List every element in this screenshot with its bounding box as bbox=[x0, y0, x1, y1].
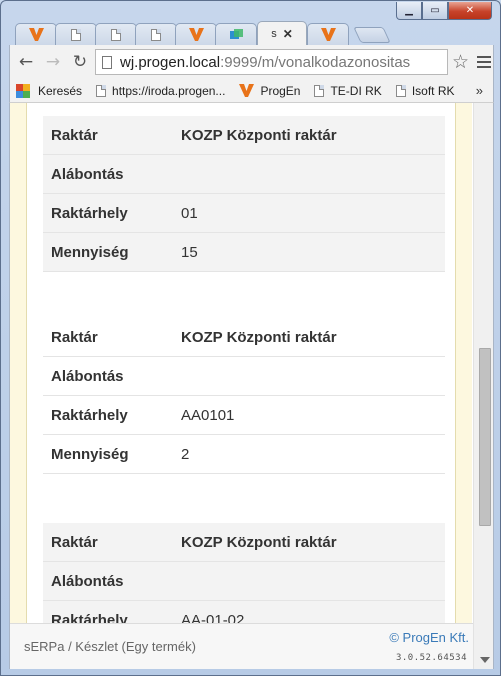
stock-card: Raktár KOZP Központi raktár Alábontás Ra… bbox=[43, 116, 445, 272]
bookmark-label: ProgEn bbox=[260, 83, 301, 98]
tab-progen-1[interactable] bbox=[15, 23, 57, 45]
maximize-button[interactable]: ▭ bbox=[422, 2, 448, 20]
progen-v-icon bbox=[28, 28, 44, 41]
row-location: Raktárhely 01 bbox=[43, 194, 445, 233]
field-value: 01 bbox=[181, 204, 198, 222]
field-value: 2 bbox=[181, 445, 190, 463]
field-value: AA0101 bbox=[181, 406, 235, 424]
row-warehouse: Raktár KOZP Központi raktár bbox=[43, 523, 445, 562]
page-icon bbox=[71, 28, 81, 41]
bookmark-kereses[interactable]: Keresés bbox=[16, 83, 83, 98]
page-icon bbox=[96, 84, 107, 97]
page-icon bbox=[395, 84, 406, 97]
page-icon bbox=[151, 28, 161, 41]
reload-button[interactable]: ↻ bbox=[69, 51, 91, 73]
minimize-button[interactable]: ▁ bbox=[396, 2, 422, 20]
menu-icon[interactable] bbox=[477, 56, 492, 68]
field-label: Raktár bbox=[51, 126, 98, 144]
row-warehouse: Raktár KOZP Központi raktár bbox=[43, 116, 445, 155]
field-label: Raktár bbox=[51, 533, 98, 551]
tab-progen-2[interactable] bbox=[175, 23, 217, 45]
stock-card: Raktár KOZP Központi raktár Alábontás Ra… bbox=[43, 318, 445, 474]
mosaic-icon bbox=[16, 83, 30, 98]
tab-page-1[interactable] bbox=[55, 23, 97, 45]
bookmark-iroda[interactable]: https://iroda.progen... bbox=[96, 84, 225, 98]
tab-page-2[interactable] bbox=[95, 23, 137, 45]
scrollbar-thumb[interactable] bbox=[479, 348, 491, 526]
field-label: Alábontás bbox=[51, 165, 124, 183]
vertical-scrollbar[interactable] bbox=[473, 103, 493, 669]
field-label: Alábontás bbox=[51, 572, 124, 590]
bookmark-label: Isoft RK bbox=[411, 83, 455, 98]
field-value: KOZP Központi raktár bbox=[181, 328, 337, 346]
bookmarks-bar: Keresés https://iroda.progen... ProgEn T… bbox=[9, 79, 494, 103]
tab-title: s bbox=[271, 27, 277, 40]
row-quantity: Mennyiség 15 bbox=[43, 233, 445, 272]
field-value: KOZP Központi raktár bbox=[181, 126, 337, 144]
bookmark-label: Keresés bbox=[38, 83, 83, 98]
breadcrumb: sERPa / Készlet (Egy termék) bbox=[24, 639, 196, 654]
scroll-down-icon[interactable] bbox=[480, 657, 490, 663]
progen-v-icon bbox=[320, 28, 336, 41]
tab-strip: s ✕ bbox=[15, 21, 455, 45]
tab-app[interactable] bbox=[215, 23, 257, 45]
bookmark-star-icon[interactable]: ☆ bbox=[452, 51, 469, 73]
bookmark-isoft-rk[interactable]: Isoft RK bbox=[395, 83, 455, 98]
bookmark-label: TE-DI RK bbox=[330, 83, 382, 98]
progen-v-icon bbox=[188, 28, 204, 41]
bookmarks-overflow-button[interactable]: » bbox=[476, 83, 483, 98]
field-label: Raktárhely bbox=[51, 204, 128, 222]
page-icon bbox=[314, 84, 325, 97]
bookmark-tedi-rk[interactable]: TE-DI RK bbox=[314, 83, 382, 98]
row-warehouse: Raktár KOZP Központi raktár bbox=[43, 318, 445, 357]
row-subdivision: Alábontás bbox=[43, 562, 445, 601]
browser-toolbar: ← → ↻ wj.progen.local:9999/m/vonalkodazo… bbox=[9, 45, 494, 79]
back-button[interactable]: ← bbox=[15, 51, 37, 73]
url-path: :9999/m/vonalkodazonositas bbox=[220, 53, 411, 71]
close-tab-icon[interactable]: ✕ bbox=[283, 27, 293, 41]
field-label: Mennyiség bbox=[51, 445, 129, 463]
page-footer: sERPa / Készlet (Egy termék) © ProgEn Kf… bbox=[10, 623, 473, 669]
side-rail-left bbox=[10, 103, 27, 623]
browser-window: ▁ ▭ ✕ s ✕ ← → ↻ wj.progen.local:9999/m/… bbox=[0, 0, 501, 676]
row-subdivision: Alábontás bbox=[43, 357, 445, 396]
field-label: Alábontás bbox=[51, 367, 124, 385]
side-rail-right bbox=[455, 103, 472, 623]
window-caption-buttons: ▁ ▭ ✕ bbox=[396, 2, 492, 20]
tab-progen-3[interactable] bbox=[307, 23, 349, 45]
field-label: Raktárhely bbox=[51, 406, 128, 424]
address-bar[interactable]: wj.progen.local:9999/m/vonalkodazonosita… bbox=[95, 49, 448, 75]
new-tab-button[interactable] bbox=[353, 27, 391, 43]
forward-button[interactable]: → bbox=[42, 51, 64, 73]
stock-list: Raktár KOZP Központi raktár Alábontás Ra… bbox=[43, 103, 445, 640]
page-icon bbox=[111, 28, 121, 41]
field-value: 15 bbox=[181, 243, 198, 261]
version-label: 3.0.52.64534 bbox=[395, 653, 467, 663]
tab-page-3[interactable] bbox=[135, 23, 177, 45]
row-location: Raktárhely AA0101 bbox=[43, 396, 445, 435]
field-label: Raktár bbox=[51, 328, 98, 346]
page-icon bbox=[102, 55, 112, 69]
close-window-button[interactable]: ✕ bbox=[448, 2, 492, 20]
tab-active[interactable]: s ✕ bbox=[257, 21, 307, 45]
field-value: KOZP Központi raktár bbox=[181, 533, 337, 551]
row-subdivision: Alábontás bbox=[43, 155, 445, 194]
bookmark-label: https://iroda.progen... bbox=[112, 83, 226, 98]
progen-v-icon bbox=[239, 84, 255, 97]
bookmark-progen[interactable]: ProgEn bbox=[239, 84, 300, 98]
row-quantity: Mennyiség 2 bbox=[43, 435, 445, 474]
page-viewport: Raktár KOZP Központi raktár Alábontás Ra… bbox=[9, 103, 494, 669]
field-label: Mennyiség bbox=[51, 243, 129, 261]
copyright-link[interactable]: © ProgEn Kft. bbox=[389, 630, 469, 645]
url-host: wj.progen.local bbox=[120, 53, 221, 71]
app-icon bbox=[229, 29, 243, 39]
